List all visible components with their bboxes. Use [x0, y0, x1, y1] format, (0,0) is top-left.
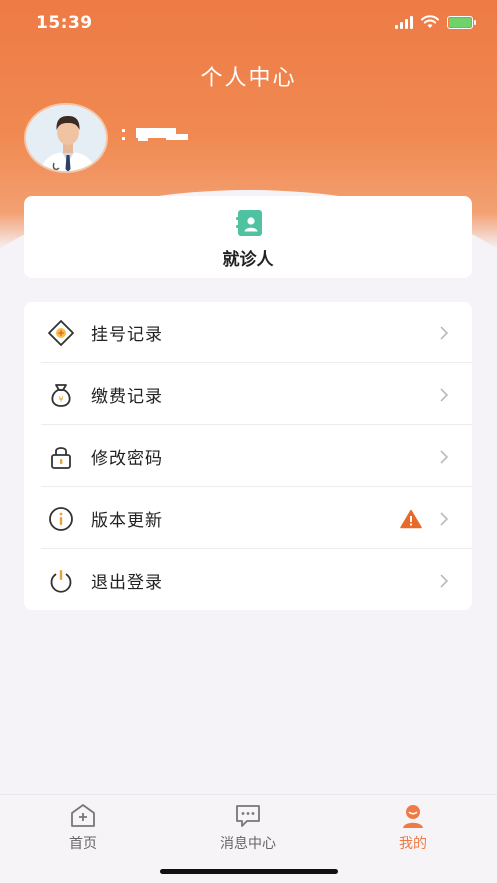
info-icon	[49, 506, 73, 531]
menu-label: 挂号记录	[91, 325, 163, 345]
menu-item-version-update[interactable]: 版本更新	[24, 488, 472, 549]
user-name-masked	[122, 124, 188, 146]
registration-icon	[48, 319, 74, 346]
patient-label: 就诊人	[222, 250, 274, 270]
tab-label: 首页	[69, 836, 97, 852]
profile-icon	[403, 805, 423, 828]
menu-card: 挂号记录 ¥ 缴费记录 修改密码 版本更新 退出登录	[24, 302, 472, 610]
menu-item-payment-records[interactable]: ¥ 缴费记录	[24, 364, 472, 425]
status-time: 15:39	[36, 13, 93, 33]
menu-label: 缴费记录	[91, 387, 163, 407]
home-icon	[71, 804, 95, 827]
chevron-right-icon	[440, 387, 449, 402]
payment-bag-icon: ¥	[51, 383, 71, 407]
tab-profile[interactable]: 我的	[353, 803, 473, 853]
page-title: 个人中心	[200, 66, 297, 91]
chevron-right-icon	[440, 573, 449, 588]
tab-label: 我的	[399, 836, 427, 852]
patient-card[interactable]: 就诊人	[24, 196, 472, 278]
warning-icon	[400, 509, 422, 528]
chevron-right-icon	[440, 449, 449, 464]
tab-messages[interactable]: 消息中心	[188, 803, 308, 853]
menu-label: 退出登录	[91, 573, 163, 593]
menu-item-logout[interactable]: 退出登录	[24, 550, 472, 611]
wifi-icon	[421, 15, 439, 28]
battery-icon	[447, 15, 476, 29]
status-bar: 15:39	[0, 0, 497, 46]
tab-label: 消息中心	[220, 836, 276, 852]
home-indicator	[160, 869, 338, 874]
signal-icon	[395, 15, 413, 29]
tab-home[interactable]: 首页	[23, 803, 143, 853]
status-icons	[395, 15, 476, 29]
power-icon	[50, 569, 72, 593]
chevron-right-icon	[440, 325, 449, 340]
menu-item-registration-records[interactable]: 挂号记录	[24, 302, 472, 363]
lock-icon	[51, 446, 71, 469]
menu-item-change-password[interactable]: 修改密码	[24, 426, 472, 487]
menu-label: 版本更新	[91, 511, 163, 531]
svg-text:¥: ¥	[58, 395, 63, 404]
patient-card-icon	[236, 210, 262, 236]
avatar[interactable]	[24, 103, 108, 173]
menu-label: 修改密码	[91, 449, 163, 469]
chevron-right-icon	[440, 511, 449, 526]
message-icon	[236, 805, 260, 827]
